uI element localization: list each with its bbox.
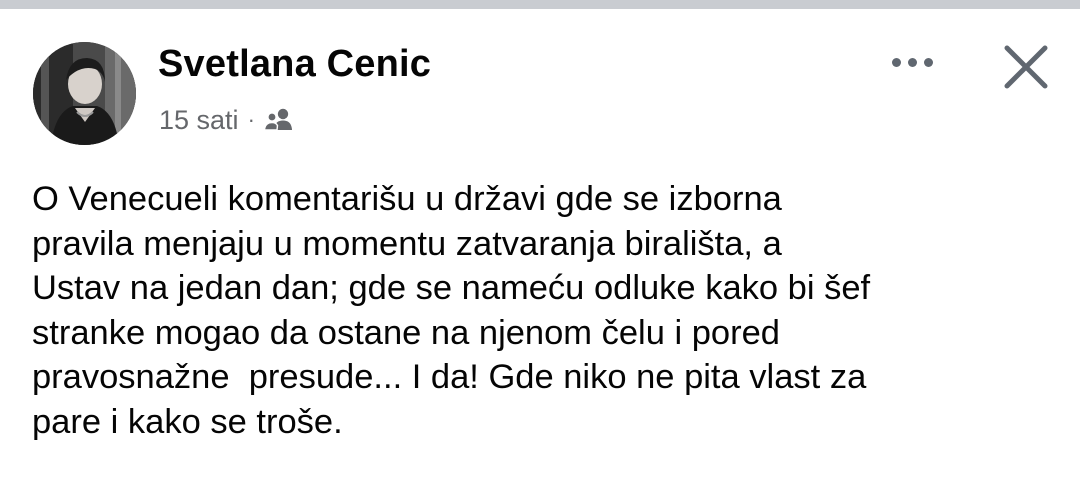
close-button[interactable]: [998, 39, 1054, 95]
post-meta: 15 sati ·: [159, 105, 295, 135]
more-dot: [923, 57, 933, 67]
close-icon: [1004, 45, 1048, 89]
meta-separator: ·: [247, 107, 255, 132]
more-dot: [907, 57, 917, 67]
more-options-button[interactable]: [884, 47, 940, 77]
post-body-text: O Venecueli komentarišu u državi gde se …: [32, 180, 871, 441]
author-name[interactable]: Svetlana Cenic: [158, 43, 431, 86]
post-card: Svetlana Cenic 15 sati · O Venecueli kom…: [0, 9, 1080, 481]
feed-divider: [0, 0, 1080, 9]
avatar[interactable]: [33, 42, 136, 145]
post-timestamp[interactable]: 15 sati: [159, 105, 239, 136]
friends-icon[interactable]: [263, 108, 295, 132]
avatar-photo: [33, 42, 136, 145]
more-horizontal-icon: [891, 57, 901, 67]
